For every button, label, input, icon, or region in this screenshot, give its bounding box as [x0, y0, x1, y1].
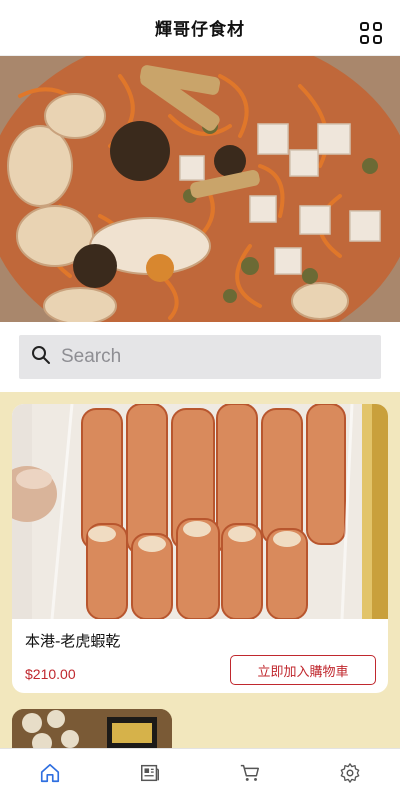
search-icon: [31, 345, 51, 369]
product-name: 本港-老虎蝦乾: [25, 632, 121, 650]
grid-icon[interactable]: [360, 22, 382, 44]
product-image: [12, 404, 388, 619]
search-input[interactable]: [61, 346, 361, 368]
product-price: $210.00: [25, 666, 76, 682]
cart-icon: [239, 762, 261, 788]
tab-home[interactable]: [0, 749, 100, 800]
search-bar[interactable]: [19, 335, 381, 379]
product-card[interactable]: [12, 709, 172, 748]
product-list: 本港-老虎蝦乾 $210.00 立即加入購物車: [0, 392, 400, 748]
product-image: [12, 709, 172, 748]
tab-cart[interactable]: [200, 749, 300, 800]
home-icon: [39, 762, 61, 788]
add-to-cart-button[interactable]: 立即加入購物車: [230, 655, 376, 685]
settings-icon: [339, 762, 361, 788]
tab-bar: [0, 748, 400, 800]
news-icon: [139, 762, 161, 788]
search-section: [0, 322, 400, 392]
hero-image: [0, 56, 400, 322]
tab-news[interactable]: [100, 749, 200, 800]
tab-settings[interactable]: [300, 749, 400, 800]
page-title: 輝哥仔食材: [155, 20, 245, 40]
product-card[interactable]: 本港-老虎蝦乾 $210.00 立即加入購物車: [12, 404, 388, 693]
app-header: 輝哥仔食材: [0, 0, 400, 56]
